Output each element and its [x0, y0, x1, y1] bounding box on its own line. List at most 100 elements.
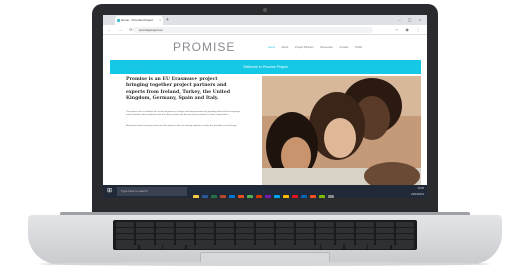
- taskbar-app-icon[interactable]: [274, 195, 280, 198]
- key: [116, 245, 139, 249]
- key: [235, 222, 255, 227]
- key: [391, 245, 414, 249]
- key: [315, 234, 335, 239]
- start-icon[interactable]: ⊞: [107, 188, 112, 195]
- key: [295, 222, 315, 227]
- key: [375, 234, 395, 239]
- key: [375, 228, 395, 233]
- key: [335, 234, 355, 239]
- key: [116, 228, 135, 233]
- nav-item-partners[interactable]: Project Partners: [295, 46, 314, 49]
- new-tab-button[interactable]: +: [166, 16, 169, 24]
- key: [335, 222, 355, 227]
- webcam: [263, 8, 267, 12]
- window-controls[interactable]: – ▢ ×: [398, 16, 424, 24]
- taskbar-app-icon[interactable]: [229, 195, 235, 198]
- laptop-shadow: [40, 262, 490, 266]
- key: [135, 234, 155, 239]
- key-row: [116, 234, 415, 239]
- key: [155, 234, 175, 239]
- nav-buttons[interactable]: ← → ⟳: [107, 25, 136, 34]
- taskbar-app-icon[interactable]: [301, 195, 307, 198]
- nav-item-language[interactable]: Polish: [355, 46, 362, 49]
- taskbar-app-icon[interactable]: [310, 195, 316, 198]
- key: [175, 234, 195, 239]
- women-group-photo: [262, 76, 421, 185]
- site-nav: Home About Project Partners Resources Co…: [268, 46, 368, 49]
- taskbar-app-icon[interactable]: [328, 195, 334, 198]
- taskbar-app-icon[interactable]: [220, 195, 226, 198]
- nav-item-resources[interactable]: Resources: [320, 46, 332, 49]
- site-logo[interactable]: PROMISE: [173, 40, 235, 54]
- key: [116, 222, 135, 227]
- system-tray[interactable]: 10:05 24/04/2019: [411, 186, 424, 197]
- taskbar-app-icon[interactable]: [256, 195, 262, 198]
- taskbar-app-icon[interactable]: [238, 195, 244, 198]
- key: [255, 222, 275, 227]
- key: [295, 228, 315, 233]
- key: [275, 222, 295, 227]
- browser-tab[interactable]: Home - Promise Project ×: [115, 16, 163, 25]
- key: [175, 228, 195, 233]
- taskbar-app-icon[interactable]: [283, 195, 289, 198]
- taskbar-search[interactable]: Type here to search: [117, 187, 187, 196]
- taskbar-app-icon[interactable]: [265, 195, 271, 198]
- windows-taskbar: ⊞ Type here to search 10:05 24/04/2019: [103, 185, 427, 198]
- key: [375, 222, 395, 227]
- key: [368, 245, 391, 249]
- keyboard: [113, 220, 417, 250]
- key: [344, 245, 367, 249]
- key-row: [116, 245, 414, 249]
- key: [295, 234, 315, 239]
- taskbar-app-icon[interactable]: [202, 195, 208, 198]
- key: [186, 245, 320, 249]
- key: [355, 222, 375, 227]
- hero-photo: [262, 76, 421, 185]
- intro-kicker: Welcome to Promise: [126, 65, 150, 68]
- key: [195, 234, 215, 239]
- website: PROMISE Home About Project Partners Reso…: [103, 35, 427, 185]
- extensions-icons[interactable]: ☆ ◉ ⋮: [395, 25, 423, 34]
- nav-item-home[interactable]: Home: [268, 46, 275, 49]
- key: [195, 222, 215, 227]
- laptop-lid: Home - Promise Project × + – ▢ × ← → ⟳ p…: [92, 4, 438, 218]
- key: [235, 228, 255, 233]
- key: [215, 228, 235, 233]
- nav-item-contact[interactable]: Contact: [340, 46, 349, 49]
- key: [321, 245, 344, 249]
- taskbar-apps: [193, 188, 337, 198]
- intro-paragraph-1: The project aims to facilitate the socia…: [126, 111, 240, 117]
- taskbar-app-icon[interactable]: [247, 195, 253, 198]
- key: [315, 228, 335, 233]
- key: [335, 228, 355, 233]
- favicon-icon: [117, 19, 120, 22]
- taskbar-app-icon[interactable]: [211, 195, 217, 198]
- key: [395, 234, 415, 239]
- laptop-base: [28, 215, 502, 264]
- key: [315, 222, 335, 227]
- welcome-banner: Welcome to Promise Project: [110, 60, 421, 74]
- tab-title: Home - Promise Project: [121, 18, 153, 22]
- intro-paragraph-2: Read more about the project and meet the…: [126, 125, 238, 127]
- taskbar-app-icon[interactable]: [193, 195, 199, 198]
- key: [215, 222, 235, 227]
- key: [215, 234, 235, 239]
- key: [235, 234, 255, 239]
- taskbar-app-icon[interactable]: [319, 195, 325, 198]
- key: [275, 234, 295, 239]
- close-tab-icon[interactable]: ×: [159, 16, 161, 25]
- intro-heading: Promise is an EU Erasmus+ project bringi…: [126, 77, 231, 102]
- key-row: [116, 222, 415, 227]
- key: [395, 222, 415, 227]
- key: [355, 234, 375, 239]
- nav-item-about[interactable]: About: [282, 46, 289, 49]
- key: [116, 234, 135, 239]
- key: [135, 222, 155, 227]
- laptop-screen: Home - Promise Project × + – ▢ × ← → ⟳ p…: [103, 15, 427, 198]
- key: [355, 228, 375, 233]
- key: [255, 234, 275, 239]
- url-input[interactable]: promiseproject.eu: [133, 26, 373, 33]
- key: [275, 228, 295, 233]
- key: [175, 222, 195, 227]
- taskbar-app-icon[interactable]: [292, 195, 298, 198]
